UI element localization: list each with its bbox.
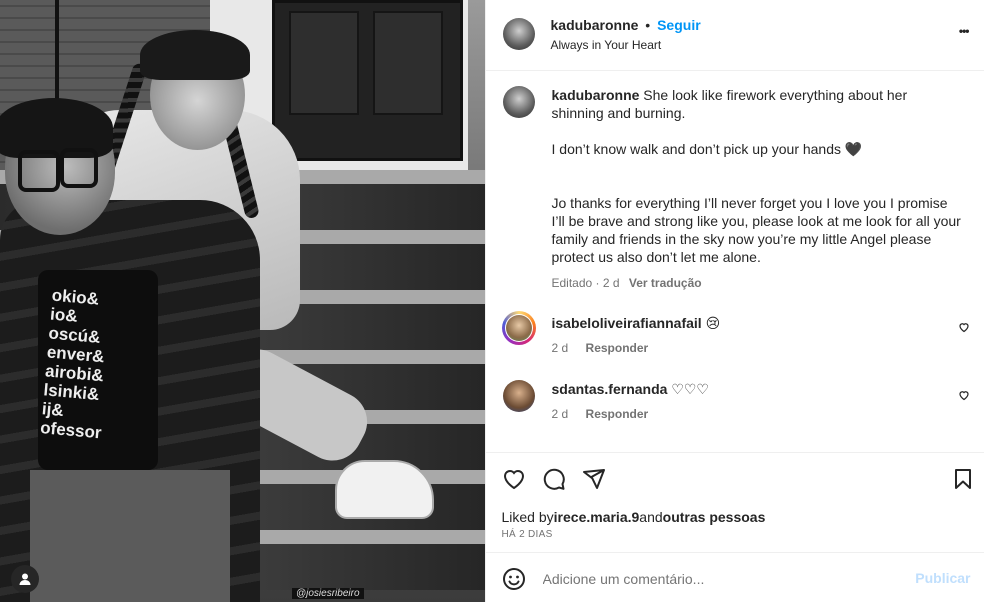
comment-text: 😢: [706, 315, 721, 331]
more-options-icon[interactable]: •••: [959, 24, 969, 38]
post-side-panel: kadubaronne • Seguir Always in Your Hear…: [485, 0, 984, 602]
translate-link[interactable]: Ver tradução: [629, 276, 702, 290]
post-location[interactable]: Always in Your Heart: [551, 38, 662, 52]
glasses-lens: [60, 148, 98, 188]
emoji-icon[interactable]: [502, 567, 526, 591]
commenter-avatar[interactable]: [503, 380, 535, 412]
door-panel: [289, 11, 359, 115]
comment-username[interactable]: sdantas.fernanda: [552, 381, 668, 397]
comment-like-icon[interactable]: [958, 321, 970, 336]
caption-edited-time: Editado · 2 d: [552, 276, 620, 290]
comment-time: 2 d: [552, 341, 569, 355]
man-hair: [0, 98, 113, 158]
comment-2: sdantas.fernanda ♡♡♡: [552, 381, 709, 398]
save-bookmark-icon[interactable]: [951, 467, 975, 491]
author-avatar[interactable]: [503, 18, 535, 50]
photo-watermark: @josiesribeiro: [292, 588, 364, 599]
comment-meta: 2 d Responder: [552, 407, 649, 421]
follow-button[interactable]: Seguir: [657, 17, 701, 33]
post-time[interactable]: HÁ 2 DIAS: [502, 529, 553, 540]
author-username[interactable]: kadubaronne: [551, 17, 639, 33]
comment-username[interactable]: isabeloliveirafiannafail: [552, 315, 702, 331]
post-header: kadubaronne • Seguir Always in Your Hear…: [486, 0, 984, 71]
comment-input[interactable]: [541, 567, 905, 591]
comment-bubble-icon[interactable]: [542, 467, 566, 491]
man-pants: [30, 470, 230, 602]
author-line: kadubaronne • Seguir: [551, 17, 701, 33]
post-actions: Liked byirece.maria.9andoutras pessoas H…: [486, 452, 984, 553]
black-heart-emoji: 🖤: [845, 141, 862, 157]
add-comment-bar: Publicar: [486, 552, 984, 603]
likes-summary: Liked byirece.maria.9andoutras pessoas: [502, 509, 766, 525]
likes-others-link[interactable]: outras pessoas: [663, 509, 766, 525]
comment-time: 2 d: [552, 407, 569, 421]
caption-text-2: I don’t know walk and don’t pick up your…: [552, 141, 842, 157]
publish-button[interactable]: Publicar: [915, 570, 970, 586]
commenter-avatar[interactable]: [506, 315, 532, 341]
comment-1: isabeloliveirafiannafail 😢: [552, 315, 721, 332]
likes-prefix: Liked by: [502, 509, 554, 525]
reply-button[interactable]: Responder: [586, 407, 649, 421]
reply-button[interactable]: Responder: [586, 341, 649, 355]
glasses-lens: [18, 150, 60, 192]
caption-text-3: Jo thanks for everything I’ll never forg…: [552, 194, 962, 266]
woman-hair: [140, 30, 250, 80]
comment-text: ♡♡♡: [671, 381, 709, 397]
comment-meta: 2 d Responder: [552, 341, 649, 355]
sneaker: [335, 460, 434, 519]
share-send-icon[interactable]: [582, 467, 606, 491]
likes-and: and: [639, 509, 662, 525]
like-heart-icon[interactable]: [502, 467, 526, 491]
likes-user[interactable]: irece.maria.9: [554, 509, 640, 525]
caption-author-avatar[interactable]: [503, 86, 535, 118]
post-caption: kadubaronne She look like firework every…: [552, 86, 962, 292]
caption-username[interactable]: kadubaronne: [552, 87, 640, 103]
front-door: [272, 0, 463, 161]
story-ring[interactable]: [502, 311, 536, 345]
separator-dot: •: [645, 17, 650, 33]
comment-like-icon[interactable]: [958, 389, 970, 404]
door-panel: [373, 11, 443, 115]
post-dialog: okio& io& oscú& enver& airobi& lsinki& i…: [0, 0, 984, 602]
post-photo[interactable]: okio& io& oscú& enver& airobi& lsinki& i…: [0, 0, 485, 602]
tagged-users-icon[interactable]: [11, 565, 39, 593]
